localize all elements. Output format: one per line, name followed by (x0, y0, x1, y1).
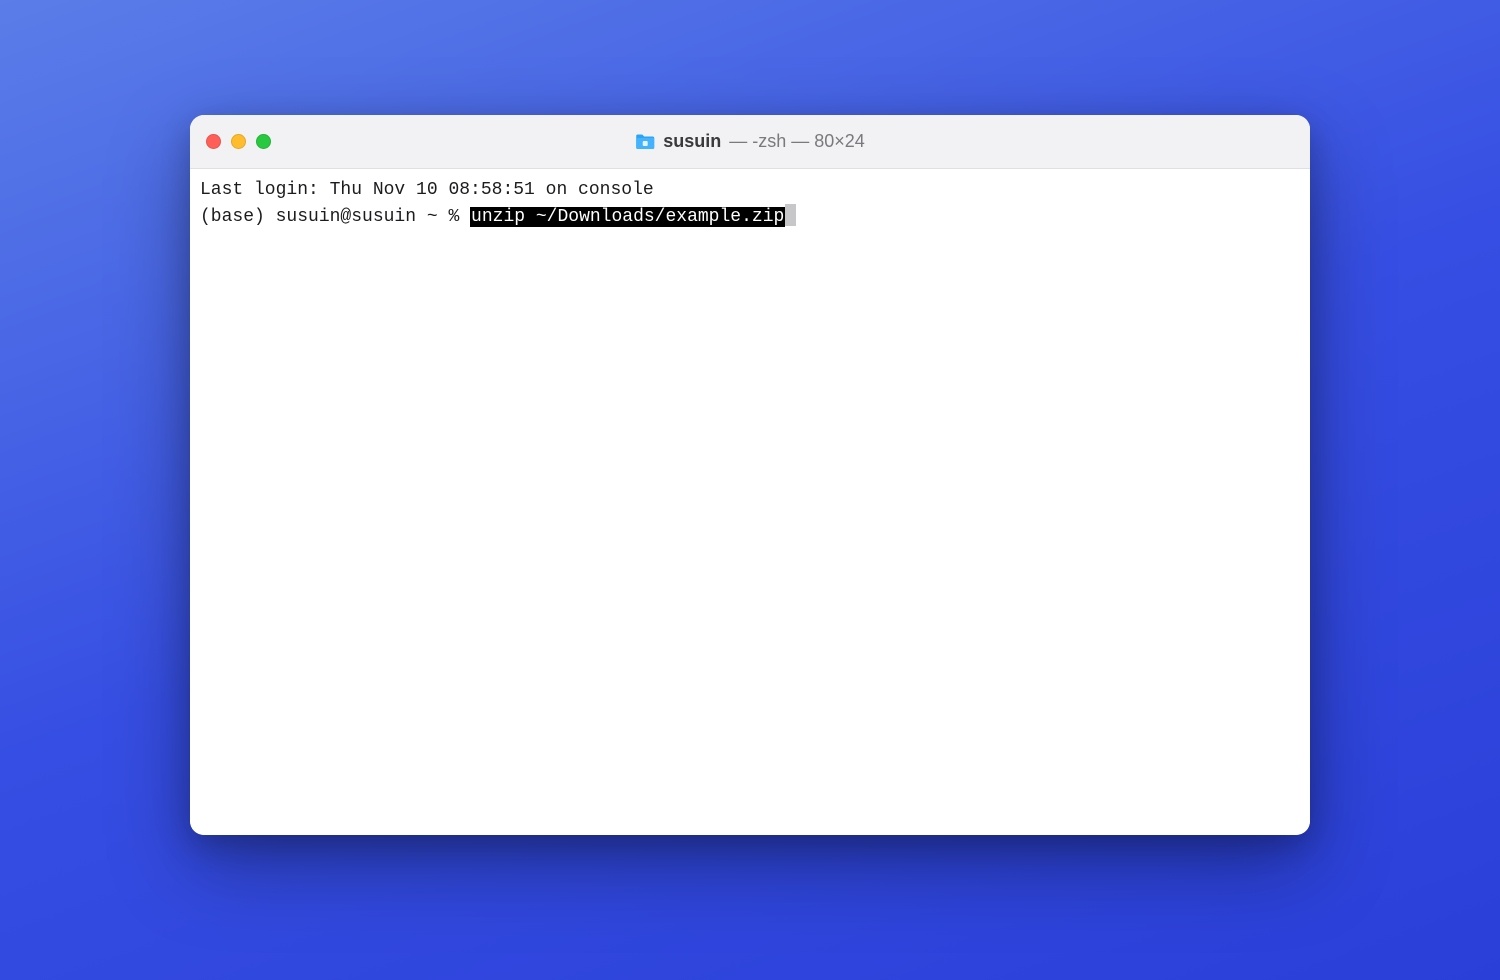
folder-icon (635, 134, 655, 150)
prompt-line[interactable]: (base) susuin@susuin ~ % unzip ~/Downloa… (200, 204, 1300, 231)
cursor (785, 204, 796, 226)
close-button[interactable] (206, 134, 221, 149)
window-title: susuin — -zsh — 80×24 (635, 131, 865, 152)
title-process-info: — -zsh — 80×24 (729, 131, 865, 152)
terminal-body[interactable]: Last login: Thu Nov 10 08:58:51 on conso… (190, 169, 1310, 835)
title-folder-name: susuin (663, 131, 721, 152)
minimize-button[interactable] (231, 134, 246, 149)
title-bar[interactable]: susuin — -zsh — 80×24 (190, 115, 1310, 169)
zoom-button[interactable] (256, 134, 271, 149)
terminal-window: susuin — -zsh — 80×24 Last login: Thu No… (190, 115, 1310, 835)
window-controls (206, 134, 271, 149)
last-login-line: Last login: Thu Nov 10 08:58:51 on conso… (200, 177, 1300, 204)
shell-prompt: (base) susuin@susuin ~ % (200, 207, 470, 227)
command-text[interactable]: unzip ~/Downloads/example.zip (470, 207, 785, 227)
